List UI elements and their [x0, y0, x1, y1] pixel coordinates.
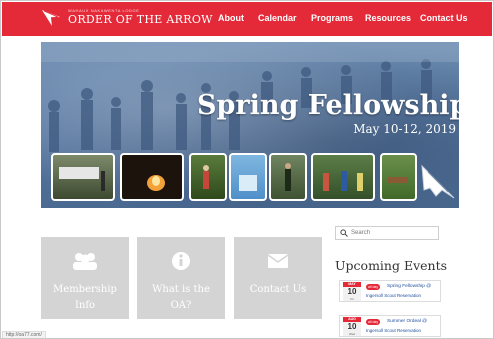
event-location-link[interactable]: Ingersoll Scout Reservation	[366, 292, 421, 299]
nav-contact-us[interactable]: Contact Us	[420, 13, 468, 23]
thumbnail-photo-1[interactable]	[51, 153, 115, 201]
nav-programs[interactable]: Programs	[311, 13, 353, 23]
thumbnail-photo-7[interactable]	[380, 153, 417, 201]
thumbnail-photo-3[interactable]	[189, 153, 227, 201]
event-title-link[interactable]: Summer Ordeal @	[387, 318, 439, 325]
event-weekday: Fri	[343, 297, 361, 301]
calendar-date-icon: AUG 10 Wed	[343, 317, 361, 336]
calendar-date-icon: MAY 10 Fri	[343, 282, 361, 301]
hero-banner[interactable]: Spring Fellowship May 10-12, 2019	[41, 42, 459, 208]
hero-title: Spring Fellowship	[197, 90, 459, 121]
tile-what-is-oa[interactable]: What is the OA?	[137, 237, 225, 319]
thumbnail-photo-4[interactable]	[229, 153, 267, 201]
thumbnail-photo-5[interactable]	[269, 153, 307, 201]
hero-date: May 10-12, 2019	[353, 122, 456, 136]
status-bar-url: http://oa77.com/	[2, 331, 46, 338]
search-input[interactable]: Search	[335, 226, 439, 240]
tile-contact-us[interactable]: Contact Us	[234, 237, 322, 319]
tile-label: Contact Us	[249, 284, 307, 295]
upcoming-events-heading: Upcoming Events	[335, 258, 448, 273]
browser-viewport: WAHAUX NAKAWENTA LODGE ORDER OF THE ARRO…	[0, 0, 494, 339]
site-header: WAHAUX NAKAWENTA LODGE ORDER OF THE ARRO…	[2, 2, 492, 36]
event-weekday: Wed	[343, 332, 361, 336]
event-item[interactable]: AUG 10 Wed all day Summer Ordeal @ Inger…	[339, 315, 441, 337]
all-day-badge: all day	[366, 319, 381, 325]
info-icon	[172, 252, 190, 270]
tile-label: What is the OA?	[152, 284, 210, 311]
all-day-badge: all day	[366, 284, 381, 290]
site-logo-title[interactable]: ORDER OF THE ARROW	[68, 13, 213, 26]
search-placeholder: Search	[351, 230, 371, 236]
oa-arrowhead-icon	[421, 164, 455, 199]
envelope-icon	[267, 254, 289, 268]
nav-about[interactable]: About	[218, 13, 244, 23]
event-item[interactable]: MAY 10 Fri all day Spring Fellowship @ I…	[339, 280, 441, 302]
event-title-link[interactable]: Spring Fellowship @	[387, 283, 439, 290]
arrowhead-logo-icon[interactable]	[40, 7, 62, 27]
tile-membership-info[interactable]: Membership Info	[41, 237, 129, 319]
thumbnail-photo-2[interactable]	[120, 153, 184, 201]
search-icon	[340, 229, 348, 237]
thumbnail-photo-6[interactable]	[311, 153, 375, 201]
event-location-link[interactable]: Ingersoll Scout Reservation	[366, 327, 421, 334]
event-day: 10	[343, 322, 361, 332]
nav-calendar[interactable]: Calendar	[258, 13, 297, 23]
nav-resources[interactable]: Resources	[365, 13, 411, 23]
event-day: 10	[343, 287, 361, 297]
users-icon	[73, 253, 97, 270]
tile-label: Membership Info	[53, 284, 117, 311]
